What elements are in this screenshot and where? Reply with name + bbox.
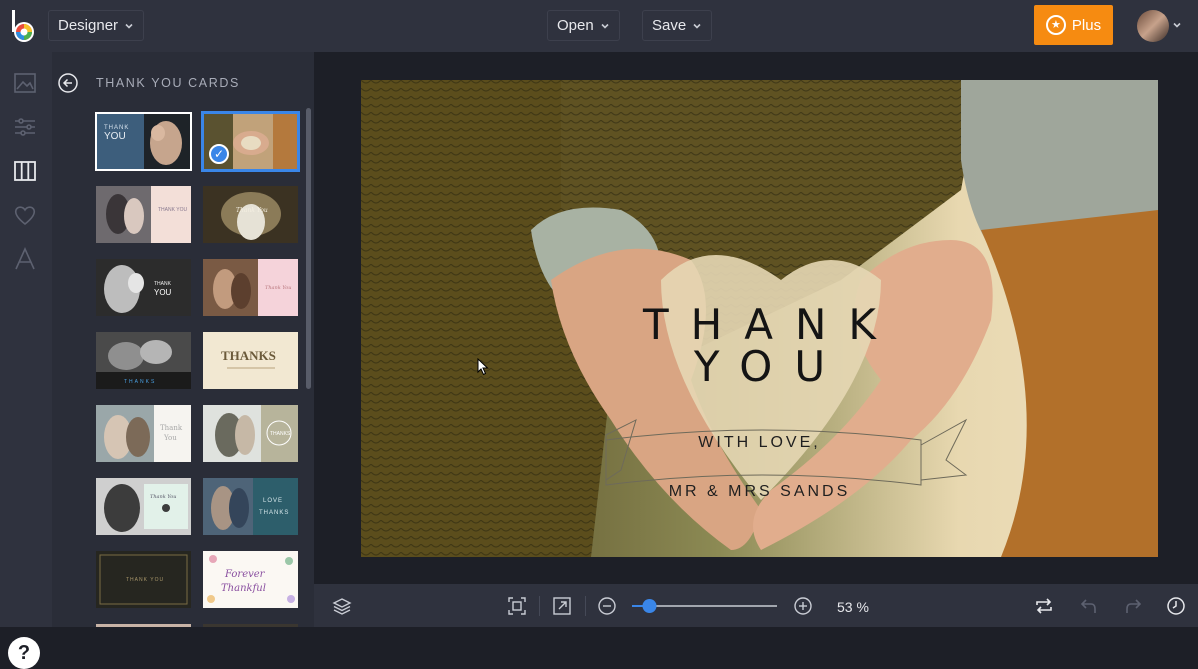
mode-dropdown[interactable]: Designer bbox=[48, 10, 145, 41]
panel-header: THANK YOU CARDS bbox=[52, 70, 314, 98]
save-label: Save bbox=[652, 17, 687, 34]
template-thumbnail[interactable]: Thank You bbox=[96, 478, 191, 535]
text-icon[interactable] bbox=[12, 246, 38, 272]
template-thumbnail[interactable]: THANKS bbox=[96, 332, 191, 389]
user-avatar[interactable] bbox=[1137, 10, 1169, 42]
chevron-down-icon bbox=[125, 23, 133, 29]
plus-label: Plus bbox=[1071, 16, 1102, 34]
layers-icon[interactable] bbox=[332, 596, 352, 616]
svg-text:Thank You: Thank You bbox=[265, 285, 291, 291]
svg-text:YOU: YOU bbox=[104, 131, 126, 142]
svg-text:THANKS: THANKS bbox=[124, 379, 156, 385]
template-thumbnail[interactable]: THANK YOU bbox=[95, 112, 192, 171]
zoom-value: 53 % bbox=[837, 599, 869, 615]
template-thumbnail[interactable]: THANK YOU bbox=[96, 259, 191, 316]
star-icon: ★ bbox=[1045, 15, 1066, 35]
checkmark-icon: ✓ bbox=[209, 144, 229, 164]
card-subtitle[interactable]: WITH LOVE, bbox=[361, 434, 1158, 452]
image-icon[interactable] bbox=[12, 70, 38, 96]
template-thumbnail[interactable]: Thank You bbox=[203, 186, 298, 243]
panel-scrollbar[interactable] bbox=[306, 108, 311, 389]
bottom-toolbar: 53 % bbox=[314, 584, 1198, 627]
template-thumbnail[interactable]: THANK YOU bbox=[96, 186, 191, 243]
open-button[interactable]: Open bbox=[547, 10, 620, 41]
app-logo[interactable] bbox=[10, 8, 38, 44]
templates-icon[interactable] bbox=[12, 158, 38, 184]
heart-icon[interactable] bbox=[12, 202, 38, 228]
swap-icon[interactable] bbox=[1034, 596, 1054, 616]
svg-text:Thank You: Thank You bbox=[150, 494, 176, 500]
svg-text:LOVE: LOVE bbox=[263, 498, 283, 504]
card-names[interactable]: MR & MRS SANDS bbox=[361, 483, 1158, 501]
card-text-layer: THANK YOU WITH LOVE, MR & MRS SANDS bbox=[361, 80, 1158, 557]
template-thumbnail-selected[interactable]: ✓ bbox=[201, 111, 300, 172]
mouse-cursor-icon bbox=[477, 358, 489, 376]
redo-icon[interactable] bbox=[1123, 596, 1143, 616]
divider bbox=[585, 596, 586, 616]
svg-text:Thank You: Thank You bbox=[236, 207, 268, 214]
template-thumbnail[interactable]: THANKS bbox=[203, 332, 298, 389]
undo-icon[interactable] bbox=[1079, 596, 1099, 616]
plus-upgrade-button[interactable]: ★ Plus bbox=[1034, 5, 1113, 45]
template-thumbnail[interactable]: Thank You bbox=[96, 405, 191, 462]
svg-text:THANK: THANK bbox=[154, 281, 172, 287]
history-icon[interactable] bbox=[1166, 596, 1186, 616]
template-thumbnail[interactable]: Forever Thankful bbox=[203, 551, 298, 608]
chevron-down-icon bbox=[601, 23, 609, 29]
svg-text:THANKS: THANKS bbox=[221, 348, 276, 363]
svg-text:Thankful: Thankful bbox=[221, 583, 266, 594]
design-card[interactable]: THANK YOU WITH LOVE, MR & MRS SANDS bbox=[361, 80, 1158, 557]
fit-to-screen-icon[interactable] bbox=[507, 596, 527, 616]
template-thumbnail[interactable]: THANKS bbox=[203, 405, 298, 462]
tool-rail: ? bbox=[0, 52, 52, 669]
top-bar: Designer Open Save ★ Plus bbox=[0, 0, 1198, 52]
svg-text:THANK YOU: THANK YOU bbox=[158, 207, 187, 213]
mode-label: Designer bbox=[58, 17, 119, 34]
help-button[interactable]: ? bbox=[8, 637, 40, 669]
svg-text:Forever: Forever bbox=[224, 569, 266, 580]
template-thumbnail[interactable]: Thank You bbox=[203, 259, 298, 316]
svg-text:Thank: Thank bbox=[160, 424, 183, 432]
templates-panel: THANK YOU CARDS THANK YOU ✓ THANK YOU Th… bbox=[52, 52, 314, 627]
svg-text:You: You bbox=[163, 434, 177, 442]
chevron-down-icon bbox=[693, 23, 701, 29]
zoom-out-icon[interactable] bbox=[597, 596, 617, 616]
svg-text:THANKS: THANKS bbox=[259, 510, 289, 516]
back-arrow-icon[interactable] bbox=[58, 73, 78, 93]
zoom-slider[interactable] bbox=[632, 596, 778, 616]
expand-icon[interactable] bbox=[552, 596, 572, 616]
divider bbox=[539, 596, 540, 616]
chevron-down-icon[interactable] bbox=[1172, 20, 1182, 30]
panel-title: THANK YOU CARDS bbox=[96, 76, 240, 90]
open-label: Open bbox=[557, 17, 594, 34]
svg-text:THANK YOU: THANK YOU bbox=[126, 577, 164, 583]
svg-text:YOU: YOU bbox=[154, 288, 172, 297]
zoom-in-icon[interactable] bbox=[793, 596, 813, 616]
svg-text:THANKS: THANKS bbox=[270, 431, 291, 437]
template-thumbnail[interactable]: LOVE THANKS bbox=[203, 478, 298, 535]
template-thumbnail[interactable]: THANK YOU bbox=[96, 551, 191, 608]
save-button[interactable]: Save bbox=[642, 10, 713, 41]
adjustments-icon[interactable] bbox=[12, 114, 38, 140]
